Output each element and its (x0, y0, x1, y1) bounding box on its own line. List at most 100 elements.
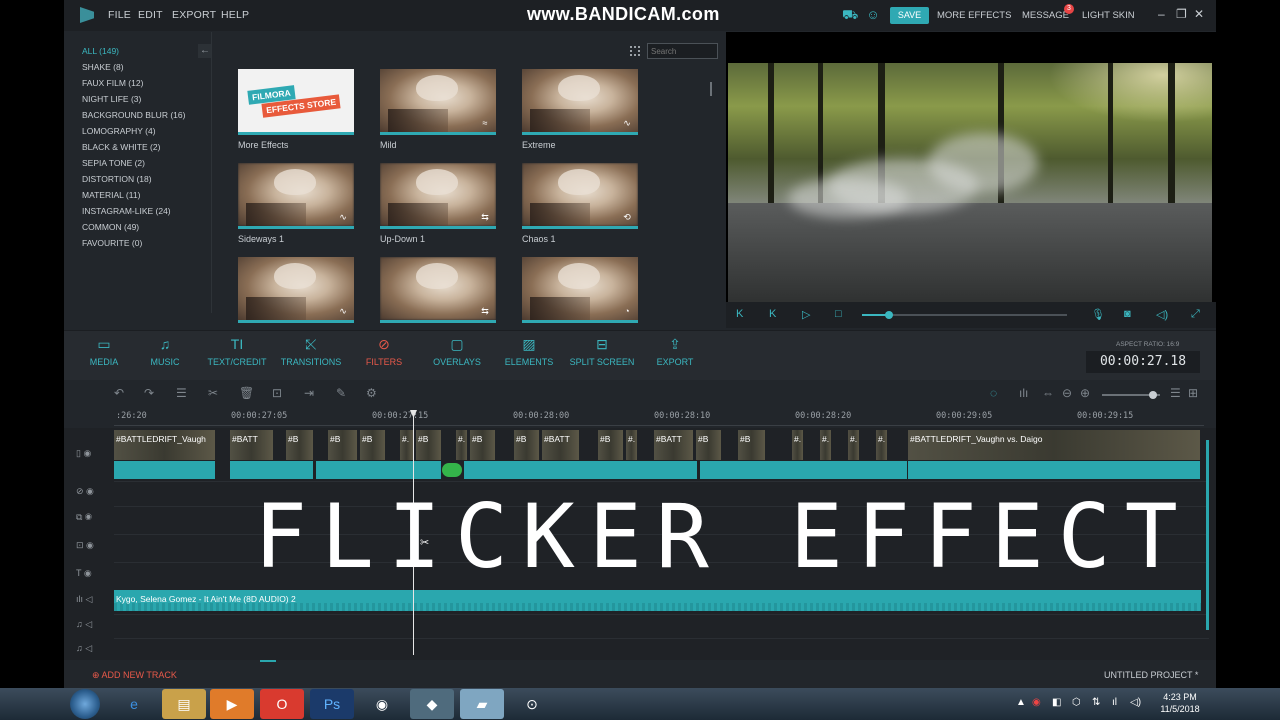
effect-tile-up-down-1[interactable]: ⇆ (380, 163, 496, 229)
category-item[interactable]: FAVOURITE (0) (82, 238, 142, 248)
selected-clip-marker[interactable] (442, 463, 462, 477)
menu-file[interactable]: FILE (108, 9, 131, 21)
filmora-taskbar-icon[interactable]: ◆ (410, 689, 454, 719)
video-clip[interactable]: #BATTLEDRIFT_Vaugh (114, 430, 216, 460)
maximize-icon[interactable]: ❐ (1176, 7, 1187, 21)
category-item[interactable]: INSTAGRAM-LIKE (24) (82, 206, 171, 216)
zoom-out-icon[interactable]: ⊖ (1062, 386, 1072, 400)
play-icon[interactable]: ▷ (802, 308, 810, 321)
audio-mixer-icon[interactable]: ⚙ (366, 386, 377, 400)
pip-track-icon[interactable]: ⧉ ◉ (76, 512, 126, 523)
audio-wave-icon[interactable]: ılı (1019, 386, 1028, 400)
cart-icon[interactable]: ⛟ (842, 8, 858, 22)
search-input[interactable] (647, 43, 718, 59)
photoshop-icon[interactable]: Ps (310, 689, 354, 719)
message-link[interactable]: MESSAGE (1022, 10, 1069, 21)
close-icon[interactable]: ✕ (1194, 7, 1204, 21)
text-track-icon[interactable]: T ◉ (76, 568, 126, 579)
overlay-track-icon[interactable]: ⊡ ◉ (76, 540, 126, 551)
video-clip[interactable]: #B (696, 430, 722, 460)
tab-overlays[interactable]: ▢ OVERLAYS (417, 335, 497, 367)
menu-export[interactable]: EXPORT (172, 9, 216, 21)
effect-tile[interactable]: ∿ (238, 257, 354, 323)
video-clip[interactable]: #. (848, 430, 860, 460)
file-explorer-icon[interactable]: ▤ (162, 689, 206, 719)
fullscreen-icon[interactable]: ⤢ (1191, 308, 1200, 321)
category-item[interactable]: DISTORTION (18) (82, 174, 152, 184)
video-clip[interactable]: #B (738, 430, 766, 460)
progress-knob[interactable] (884, 311, 893, 319)
tab-filters[interactable]: ⊘ FILTERS (344, 335, 424, 367)
tab-transitions[interactable]: ⤪ TRANSITIONS (271, 335, 351, 367)
video-clip[interactable]: #BATT (542, 430, 580, 460)
category-item[interactable]: SHAKE (8) (82, 62, 124, 72)
video-clip[interactable]: #. (876, 430, 888, 460)
category-item[interactable]: COMMON (49) (82, 222, 139, 232)
volume-icon[interactable]: ◁) (1156, 308, 1168, 321)
effect-tile[interactable]: ◔ (522, 257, 638, 323)
category-item[interactable]: FAUX FILM (12) (82, 78, 143, 88)
effect-tile-mild[interactable]: ≈ (380, 69, 496, 135)
network-icon[interactable]: ⇅ (1092, 697, 1100, 708)
media-player-icon[interactable]: ▶ (210, 689, 254, 719)
skip-start-icon[interactable]: K (736, 308, 743, 320)
filmora-logo-icon[interactable] (80, 7, 94, 23)
add-new-track-button[interactable]: ⊕ ADD NEW TRACK (92, 670, 177, 681)
grid-icon[interactable]: ⊞ (1188, 386, 1198, 400)
fit-icon[interactable]: ⇔ (1042, 386, 1054, 400)
tab-music[interactable]: ♫ MUSIC (125, 335, 205, 367)
video-clip[interactable]: #. (626, 430, 638, 460)
music-track-icon[interactable]: ♫ ◁ (76, 619, 126, 630)
preview-progress-slider[interactable] (862, 311, 1067, 319)
zoom-slider[interactable] (1102, 391, 1160, 399)
tab-export[interactable]: ⇪ EXPORT (635, 335, 715, 367)
category-item[interactable]: LOMOGRAPHY (4) (82, 126, 156, 136)
step-back-icon[interactable]: K (769, 308, 776, 320)
zoom-knob[interactable] (1149, 391, 1157, 399)
video-clip[interactable]: #B (598, 430, 624, 460)
menu-help[interactable]: HELP (221, 9, 249, 21)
minimize-icon[interactable]: – (1158, 7, 1165, 21)
tray-expand-icon[interactable]: ▲ (1016, 697, 1026, 708)
effects-scrollbar[interactable] (710, 82, 712, 96)
account-icon[interactable]: ☺ (866, 8, 880, 22)
video-clip[interactable]: #BATT (230, 430, 274, 460)
tab-split-screen[interactable]: ⊟ SPLIT SCREEN (562, 335, 642, 367)
video-clip[interactable]: #B (514, 430, 540, 460)
music-track-icon[interactable]: ♫ ◁ (76, 643, 126, 654)
category-all[interactable]: ALL (149) (82, 46, 119, 56)
tab-elements[interactable]: ▨ ELEMENTS (489, 335, 569, 367)
start-button[interactable] (70, 689, 100, 719)
system-clock[interactable]: 4:23 PM 11/5/2018 (1150, 691, 1210, 715)
category-item[interactable]: MATERIAL (11) (82, 190, 140, 200)
internet-explorer-icon[interactable]: e (112, 689, 156, 719)
save-button[interactable]: SAVE (890, 7, 929, 24)
video-clip[interactable]: #. (400, 430, 414, 460)
video-clip[interactable]: #B (328, 430, 358, 460)
app-taskbar-icon[interactable]: ▰ (460, 689, 504, 719)
adjust-icon[interactable]: ☰ (176, 386, 187, 400)
timeline-vertical-scrollbar[interactable] (1206, 440, 1209, 630)
undo-icon[interactable]: ↶ (114, 386, 124, 400)
cut-icon[interactable]: ✂ (208, 386, 218, 400)
video-clip[interactable]: #. (456, 430, 468, 460)
list-icon[interactable]: ☰ (1170, 386, 1181, 400)
signal-icon[interactable]: ıl (1112, 697, 1117, 708)
grid-view-icon[interactable] (630, 46, 640, 56)
record-tray-icon[interactable]: ◉ (1032, 697, 1041, 708)
effect-tile[interactable]: ⇆ (380, 257, 496, 323)
menu-edit[interactable]: EDIT (138, 9, 163, 21)
more-effects-link[interactable]: MORE EFFECTS (937, 10, 1011, 21)
video-clip[interactable]: #B (360, 430, 386, 460)
video-clip[interactable]: #B (286, 430, 314, 460)
snapshot-icon[interactable]: ◙ (1124, 308, 1131, 320)
opera-icon[interactable]: O (260, 689, 304, 719)
redo-icon[interactable]: ↷ (144, 386, 154, 400)
color-icon[interactable]: ✎ (336, 386, 346, 400)
tab-text-credit[interactable]: TI TEXT/CREDIT (197, 335, 277, 367)
delete-icon[interactable]: 🗑 (239, 386, 254, 400)
microphone-icon[interactable]: 🎙 (1091, 308, 1105, 321)
video-clip[interactable]: #B (470, 430, 496, 460)
category-item[interactable]: SEPIA TONE (2) (82, 158, 145, 168)
effect-tile-sideways-1[interactable]: ∿ (238, 163, 354, 229)
